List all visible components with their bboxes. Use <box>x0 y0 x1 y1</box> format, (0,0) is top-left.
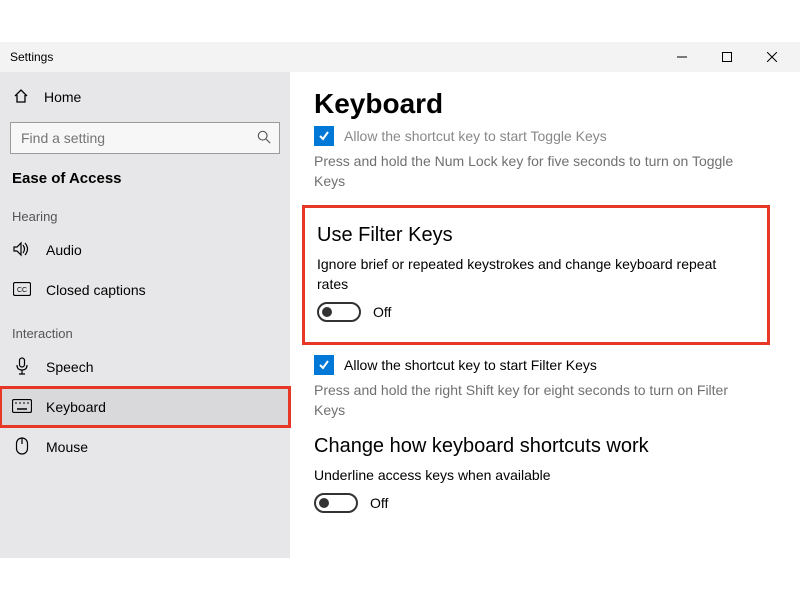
closed-captions-icon: CC <box>12 282 32 299</box>
nav-item-label: Closed captions <box>46 282 146 298</box>
filter-keys-description: Ignore brief or repeated keystrokes and … <box>317 255 747 294</box>
nav-section-title: Ease of Access <box>0 160 290 193</box>
nav-item-speech[interactable]: Speech <box>0 347 290 387</box>
toggle-keys-description: Press and hold the Num Lock key for five… <box>314 152 744 191</box>
nav-item-audio[interactable]: Audio <box>0 230 290 270</box>
search-icon <box>257 130 271 147</box>
filter-keys-heading: Use Filter Keys <box>317 224 749 247</box>
toggle-keys-shortcut-label: Allow the shortcut key to start Toggle K… <box>344 128 607 144</box>
toggle-off-icon <box>317 302 361 322</box>
filter-keys-toggle[interactable]: Off <box>317 302 749 322</box>
title-bar: Settings <box>0 42 800 72</box>
page-title: Keyboard <box>314 88 770 120</box>
toggle-keys-shortcut-checkbox-row[interactable]: Allow the shortcut key to start Toggle K… <box>314 126 770 146</box>
audio-icon <box>12 241 32 260</box>
speech-icon <box>12 357 32 378</box>
checkbox-checked-icon <box>314 126 334 146</box>
underline-access-keys-toggle-state: Off <box>370 495 388 511</box>
filter-keys-highlight: Use Filter Keys Ignore brief or repeated… <box>302 205 770 345</box>
search-input[interactable] <box>19 129 257 147</box>
nav-item-keyboard[interactable]: Keyboard <box>0 387 290 427</box>
nav-item-label: Speech <box>46 359 93 375</box>
filter-keys-shortcut-checkbox-row[interactable]: Allow the shortcut key to start Filter K… <box>314 355 770 375</box>
close-button[interactable] <box>749 42 794 72</box>
filter-keys-shortcut-description: Press and hold the right Shift key for e… <box>314 381 744 420</box>
home-icon <box>12 88 30 107</box>
maximize-icon <box>722 52 732 62</box>
nav-item-label: Keyboard <box>46 399 106 415</box>
filter-keys-toggle-state: Off <box>373 304 391 320</box>
nav-item-label: Audio <box>46 242 82 258</box>
nav-item-label: Mouse <box>46 439 88 455</box>
minimize-icon <box>677 52 687 62</box>
maximize-button[interactable] <box>704 42 749 72</box>
svg-text:CC: CC <box>17 287 27 294</box>
toggle-off-icon <box>314 493 358 513</box>
caption-buttons <box>659 42 794 72</box>
search-box[interactable] <box>10 122 280 154</box>
shortcuts-heading: Change how keyboard shortcuts work <box>314 435 770 458</box>
nav-group-interaction: Interaction <box>0 310 290 347</box>
keyboard-icon <box>12 399 32 416</box>
nav-group-hearing: Hearing <box>0 193 290 230</box>
close-icon <box>767 52 777 62</box>
content-pane: Keyboard Allow the shortcut key to start… <box>290 72 800 558</box>
mouse-icon <box>12 437 32 458</box>
sidebar: Home Ease of Access Hearing <box>0 72 290 558</box>
underline-access-keys-label: Underline access keys when available <box>314 466 744 486</box>
nav-item-closed-captions[interactable]: CC Closed captions <box>0 270 290 310</box>
window-title: Settings <box>10 50 53 64</box>
checkbox-checked-icon <box>314 355 334 375</box>
minimize-button[interactable] <box>659 42 704 72</box>
underline-access-keys-toggle[interactable]: Off <box>314 493 770 513</box>
nav-home-label: Home <box>44 89 81 105</box>
filter-keys-shortcut-label: Allow the shortcut key to start Filter K… <box>344 357 597 373</box>
nav-home[interactable]: Home <box>0 78 290 116</box>
nav-item-mouse[interactable]: Mouse <box>0 427 290 467</box>
